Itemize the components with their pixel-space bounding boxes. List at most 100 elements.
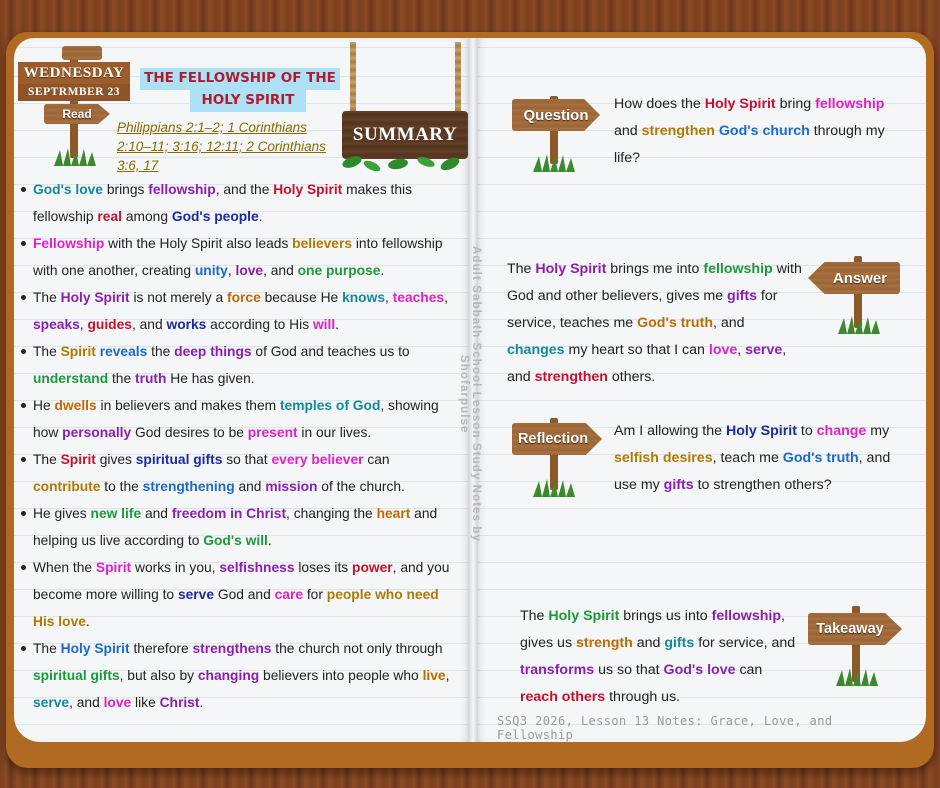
highlight-term: gifts xyxy=(663,477,694,493)
highlight-term: God's love xyxy=(663,662,736,678)
highlight-term: spiritual gifts xyxy=(135,452,223,467)
title-line-2: HOLY SPIRIT xyxy=(190,90,306,112)
highlight-term: gifts xyxy=(727,288,757,304)
highlight-term: Spirit xyxy=(60,344,96,359)
refs-line-1: Philippians 2:1–2; 1 Corinthians xyxy=(117,120,307,135)
highlight-term: dwells xyxy=(54,398,97,413)
highlight-term: every believer xyxy=(271,452,364,467)
plain-text: the church not only through xyxy=(271,641,443,656)
highlight-term: serve xyxy=(745,342,783,358)
plain-text: He has given. xyxy=(166,371,255,386)
plain-text: works in you, xyxy=(131,560,220,575)
bullet-item: Fellowship with the Holy Spirit also lea… xyxy=(20,230,452,284)
question-label: Question xyxy=(523,106,589,124)
plain-text: for service, and xyxy=(694,635,796,651)
plain-text: The xyxy=(33,290,61,305)
plain-text: , xyxy=(444,290,448,305)
highlight-term: strength xyxy=(576,635,633,651)
highlight-term: God's truth xyxy=(782,450,859,466)
highlight-term: God's truth xyxy=(637,315,713,331)
plain-text: gives xyxy=(95,452,136,467)
plain-text: can xyxy=(735,662,763,678)
plain-text: The xyxy=(33,641,61,656)
answer-sign: Answer xyxy=(808,262,900,294)
takeaway-label: Takeaway xyxy=(816,621,884,637)
reflection-text: Am I allowing the Holy Spirit to change … xyxy=(614,418,906,499)
plain-text: , xyxy=(385,290,393,305)
plain-text: When the xyxy=(33,560,96,575)
highlight-term: selfishness xyxy=(219,560,295,575)
plain-text: , xyxy=(737,342,746,358)
scripture-references[interactable]: Philippians 2:1–2; 1 Corinthians 2:10–11… xyxy=(117,118,339,175)
plain-text: The xyxy=(33,452,61,467)
plain-text: to strengthen others? xyxy=(693,477,832,493)
highlight-term: real xyxy=(97,209,122,224)
plain-text: . xyxy=(258,209,263,224)
highlight-term: Holy Spirit xyxy=(60,641,130,656)
highlight-term: love xyxy=(235,263,264,278)
highlight-term: fellowship xyxy=(703,261,773,277)
plain-text: . xyxy=(199,695,204,710)
lesson-title: THE FELLOWSHIP OF THE HOLY SPIRIT xyxy=(140,68,340,114)
plain-text: therefore xyxy=(129,641,193,656)
highlight-term: strengthen xyxy=(641,123,715,139)
plain-text: . xyxy=(335,317,340,332)
highlight-term: Holy Spirit xyxy=(273,182,343,197)
highlight-term: changes xyxy=(507,342,565,358)
highlight-term: works xyxy=(166,317,207,332)
reflection-sign: Reflection xyxy=(512,423,602,455)
highlight-term: gifts xyxy=(664,635,695,651)
highlight-term: teaches xyxy=(392,290,445,305)
plain-text: and xyxy=(234,479,266,494)
bullet-item: He gives new life and freedom in Christ,… xyxy=(20,500,452,554)
plain-text: through us. xyxy=(605,689,681,705)
highlight-term: Holy Spirit xyxy=(60,290,130,305)
bullet-item: The Holy Spirit is not merely a force be… xyxy=(20,284,452,338)
plain-text: Am I allowing the xyxy=(614,423,726,439)
highlight-term: Spirit xyxy=(60,452,96,467)
read-sign-top xyxy=(62,46,102,60)
bullet-item: The Spirit reveals the deep things of Go… xyxy=(20,338,452,392)
plain-text: us so that xyxy=(594,662,664,678)
plain-text: The xyxy=(33,344,61,359)
answer-label: Answer xyxy=(832,269,888,287)
highlight-term: understand xyxy=(33,371,109,386)
highlight-term: fellowship xyxy=(711,608,781,624)
plain-text: and xyxy=(632,635,665,651)
highlight-term: live xyxy=(422,668,446,683)
highlight-term: strengthen xyxy=(534,369,608,385)
refs-line-3: 3:6, 17 xyxy=(117,158,159,173)
highlight-term: temples of God xyxy=(279,398,381,413)
plain-text: The xyxy=(520,608,549,624)
plain-text: . xyxy=(380,263,385,278)
highlight-term: Holy Spirit xyxy=(548,608,620,624)
bullet-item: When the Spirit works in you, selfishnes… xyxy=(20,554,452,635)
plain-text: The xyxy=(507,261,536,277)
plain-text: bring xyxy=(775,96,816,112)
plain-text: and xyxy=(141,506,172,521)
plain-text: , changing the xyxy=(286,506,377,521)
plain-text: of God and teaches us to xyxy=(251,344,410,359)
highlight-term: Spirit xyxy=(95,560,132,575)
highlight-term: freedom in Christ xyxy=(171,506,287,521)
rope-right xyxy=(455,42,461,114)
grass-icon xyxy=(533,479,575,497)
highlight-term: contribute xyxy=(33,479,101,494)
plain-text: , and xyxy=(713,315,745,331)
highlight-term: personally xyxy=(62,425,132,440)
highlight-term: will xyxy=(312,317,336,332)
plain-text: can xyxy=(363,452,390,467)
highlight-term: changing xyxy=(197,668,260,683)
read-label: Read xyxy=(62,107,92,121)
grass-icon xyxy=(836,668,878,686)
takeaway-sign: Takeaway xyxy=(808,613,902,645)
day-label: WEDNESDAY xyxy=(18,62,130,84)
highlight-term: truth xyxy=(134,371,167,386)
highlight-term: God's people xyxy=(171,209,259,224)
plain-text: brings xyxy=(102,182,149,197)
plain-text: because He xyxy=(260,290,343,305)
footer-text: SSQ3 2026, Lesson 13 Notes: Grace, Love,… xyxy=(497,714,833,742)
plain-text: my xyxy=(866,423,890,439)
highlight-term: Christ xyxy=(159,695,200,710)
highlight-term: power xyxy=(352,560,393,575)
